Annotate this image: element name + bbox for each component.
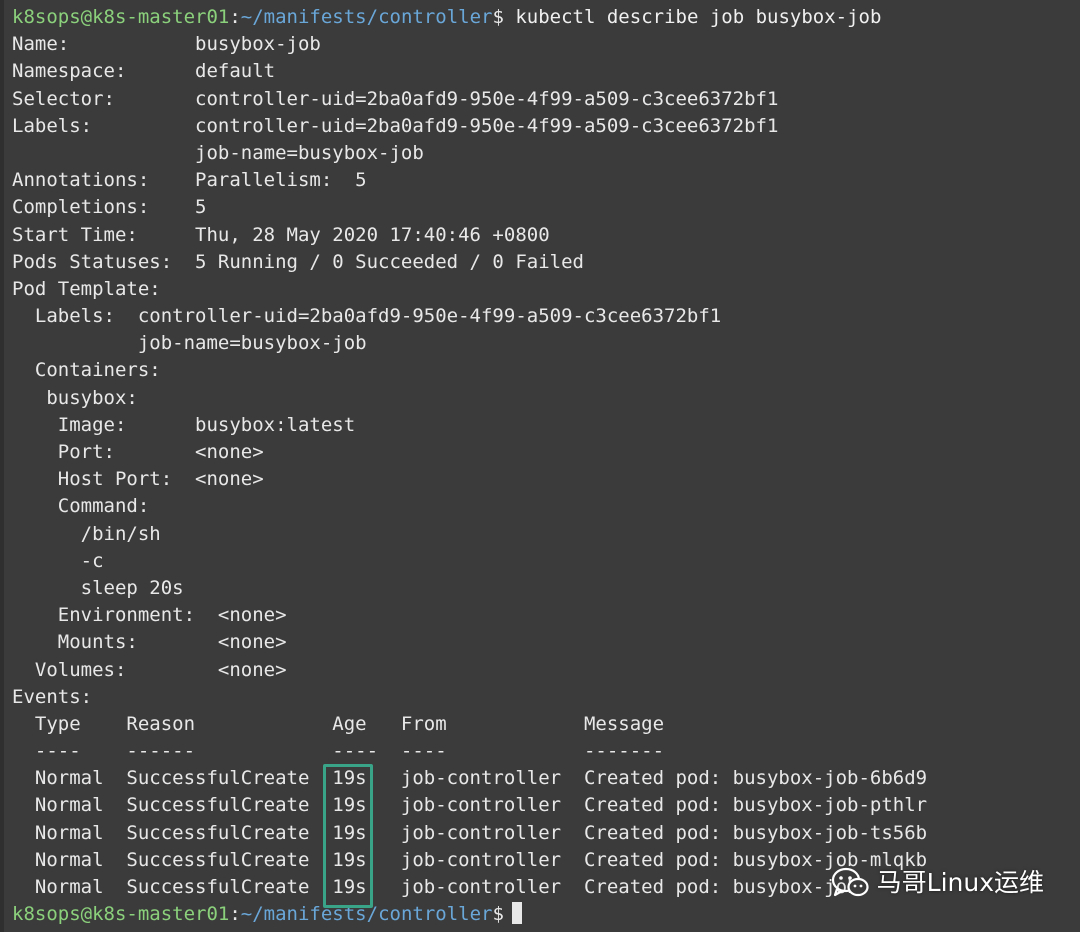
output-line: Namespace: default xyxy=(12,60,276,83)
prompt-dollar: $ xyxy=(492,6,504,28)
command-line: k8sops@k8s-master01:~/manifests/controll… xyxy=(12,4,1080,31)
output-line: job-name=busybox-job xyxy=(12,332,367,355)
output-line: Mounts: <none> xyxy=(12,631,287,654)
prompt-path: ~/manifests/controller xyxy=(240,6,493,28)
output-line: Pods Statuses: 5 Running / 0 Succeeded /… xyxy=(12,250,584,273)
window-edge xyxy=(0,0,4,932)
output-line: Start Time: Thu, 28 May 2020 17:40:46 +0… xyxy=(12,223,550,246)
prompt-separator: : xyxy=(229,903,241,926)
output-line: busybox: xyxy=(12,386,138,409)
output-line: Pod Template: xyxy=(12,277,161,300)
watermark-text: 马哥Linux运维 xyxy=(876,868,1044,898)
output-line: Annotations: Parallelism: 5 xyxy=(12,169,367,192)
text-cursor xyxy=(511,902,522,925)
output-line: Image: busybox:latest xyxy=(12,413,356,436)
command-output: Name: busybox-job Namespace: default Selec… xyxy=(12,31,1080,901)
age-column-highlight-box xyxy=(323,764,373,908)
output-line: -c xyxy=(12,549,104,572)
prompt-dollar: $ xyxy=(492,903,504,926)
output-line: ---- ------ ---- ---- ------- xyxy=(12,740,665,763)
output-line: Labels: controller-uid=2ba0afd9-950e-4f9… xyxy=(12,305,722,328)
output-line: Type Reason Age From Message xyxy=(12,712,665,735)
command-text: kubectl describe job busybox-job xyxy=(503,6,882,28)
output-line: /bin/sh xyxy=(12,522,161,545)
output-line: Volumes: <none> xyxy=(12,658,287,681)
output-line: Normal SuccessfulCreate 19s job-controll… xyxy=(12,821,928,844)
output-line: Events: xyxy=(12,685,93,708)
prompt-user-host: k8sops@k8s-master01 xyxy=(12,6,230,28)
output-line: Environment: <none> xyxy=(12,604,287,627)
output-line: Normal SuccessfulCreate 19s job-controll… xyxy=(12,767,928,790)
output-line: Command: xyxy=(12,495,150,518)
prompt-user-host: k8sops@k8s-master01 xyxy=(12,903,230,926)
watermark: 马哥Linux运维 xyxy=(831,863,1044,903)
output-line: sleep 20s xyxy=(12,576,184,599)
active-prompt-line[interactable]: k8sops@k8s-master01:~/manifests/controll… xyxy=(12,901,1080,928)
output-line: job-name=busybox-job xyxy=(12,141,424,164)
prompt-separator: : xyxy=(229,6,241,28)
output-line: Completions: 5 xyxy=(12,196,207,219)
output-line: Normal SuccessfulCreate 19s job-controll… xyxy=(12,794,928,817)
output-line: Containers: xyxy=(12,359,161,382)
wechat-icon xyxy=(831,867,869,897)
output-line: Host Port: <none> xyxy=(12,468,264,491)
output-line: Selector: controller-uid=2ba0afd9-950e-4… xyxy=(12,87,779,110)
output-line: Labels: controller-uid=2ba0afd9-950e-4f9… xyxy=(12,114,779,137)
terminal-window[interactable]: k8sops@k8s-master01:~/manifests/controll… xyxy=(0,0,1080,932)
output-line: Name: busybox-job xyxy=(12,33,321,56)
output-line: Port: <none> xyxy=(12,441,264,463)
